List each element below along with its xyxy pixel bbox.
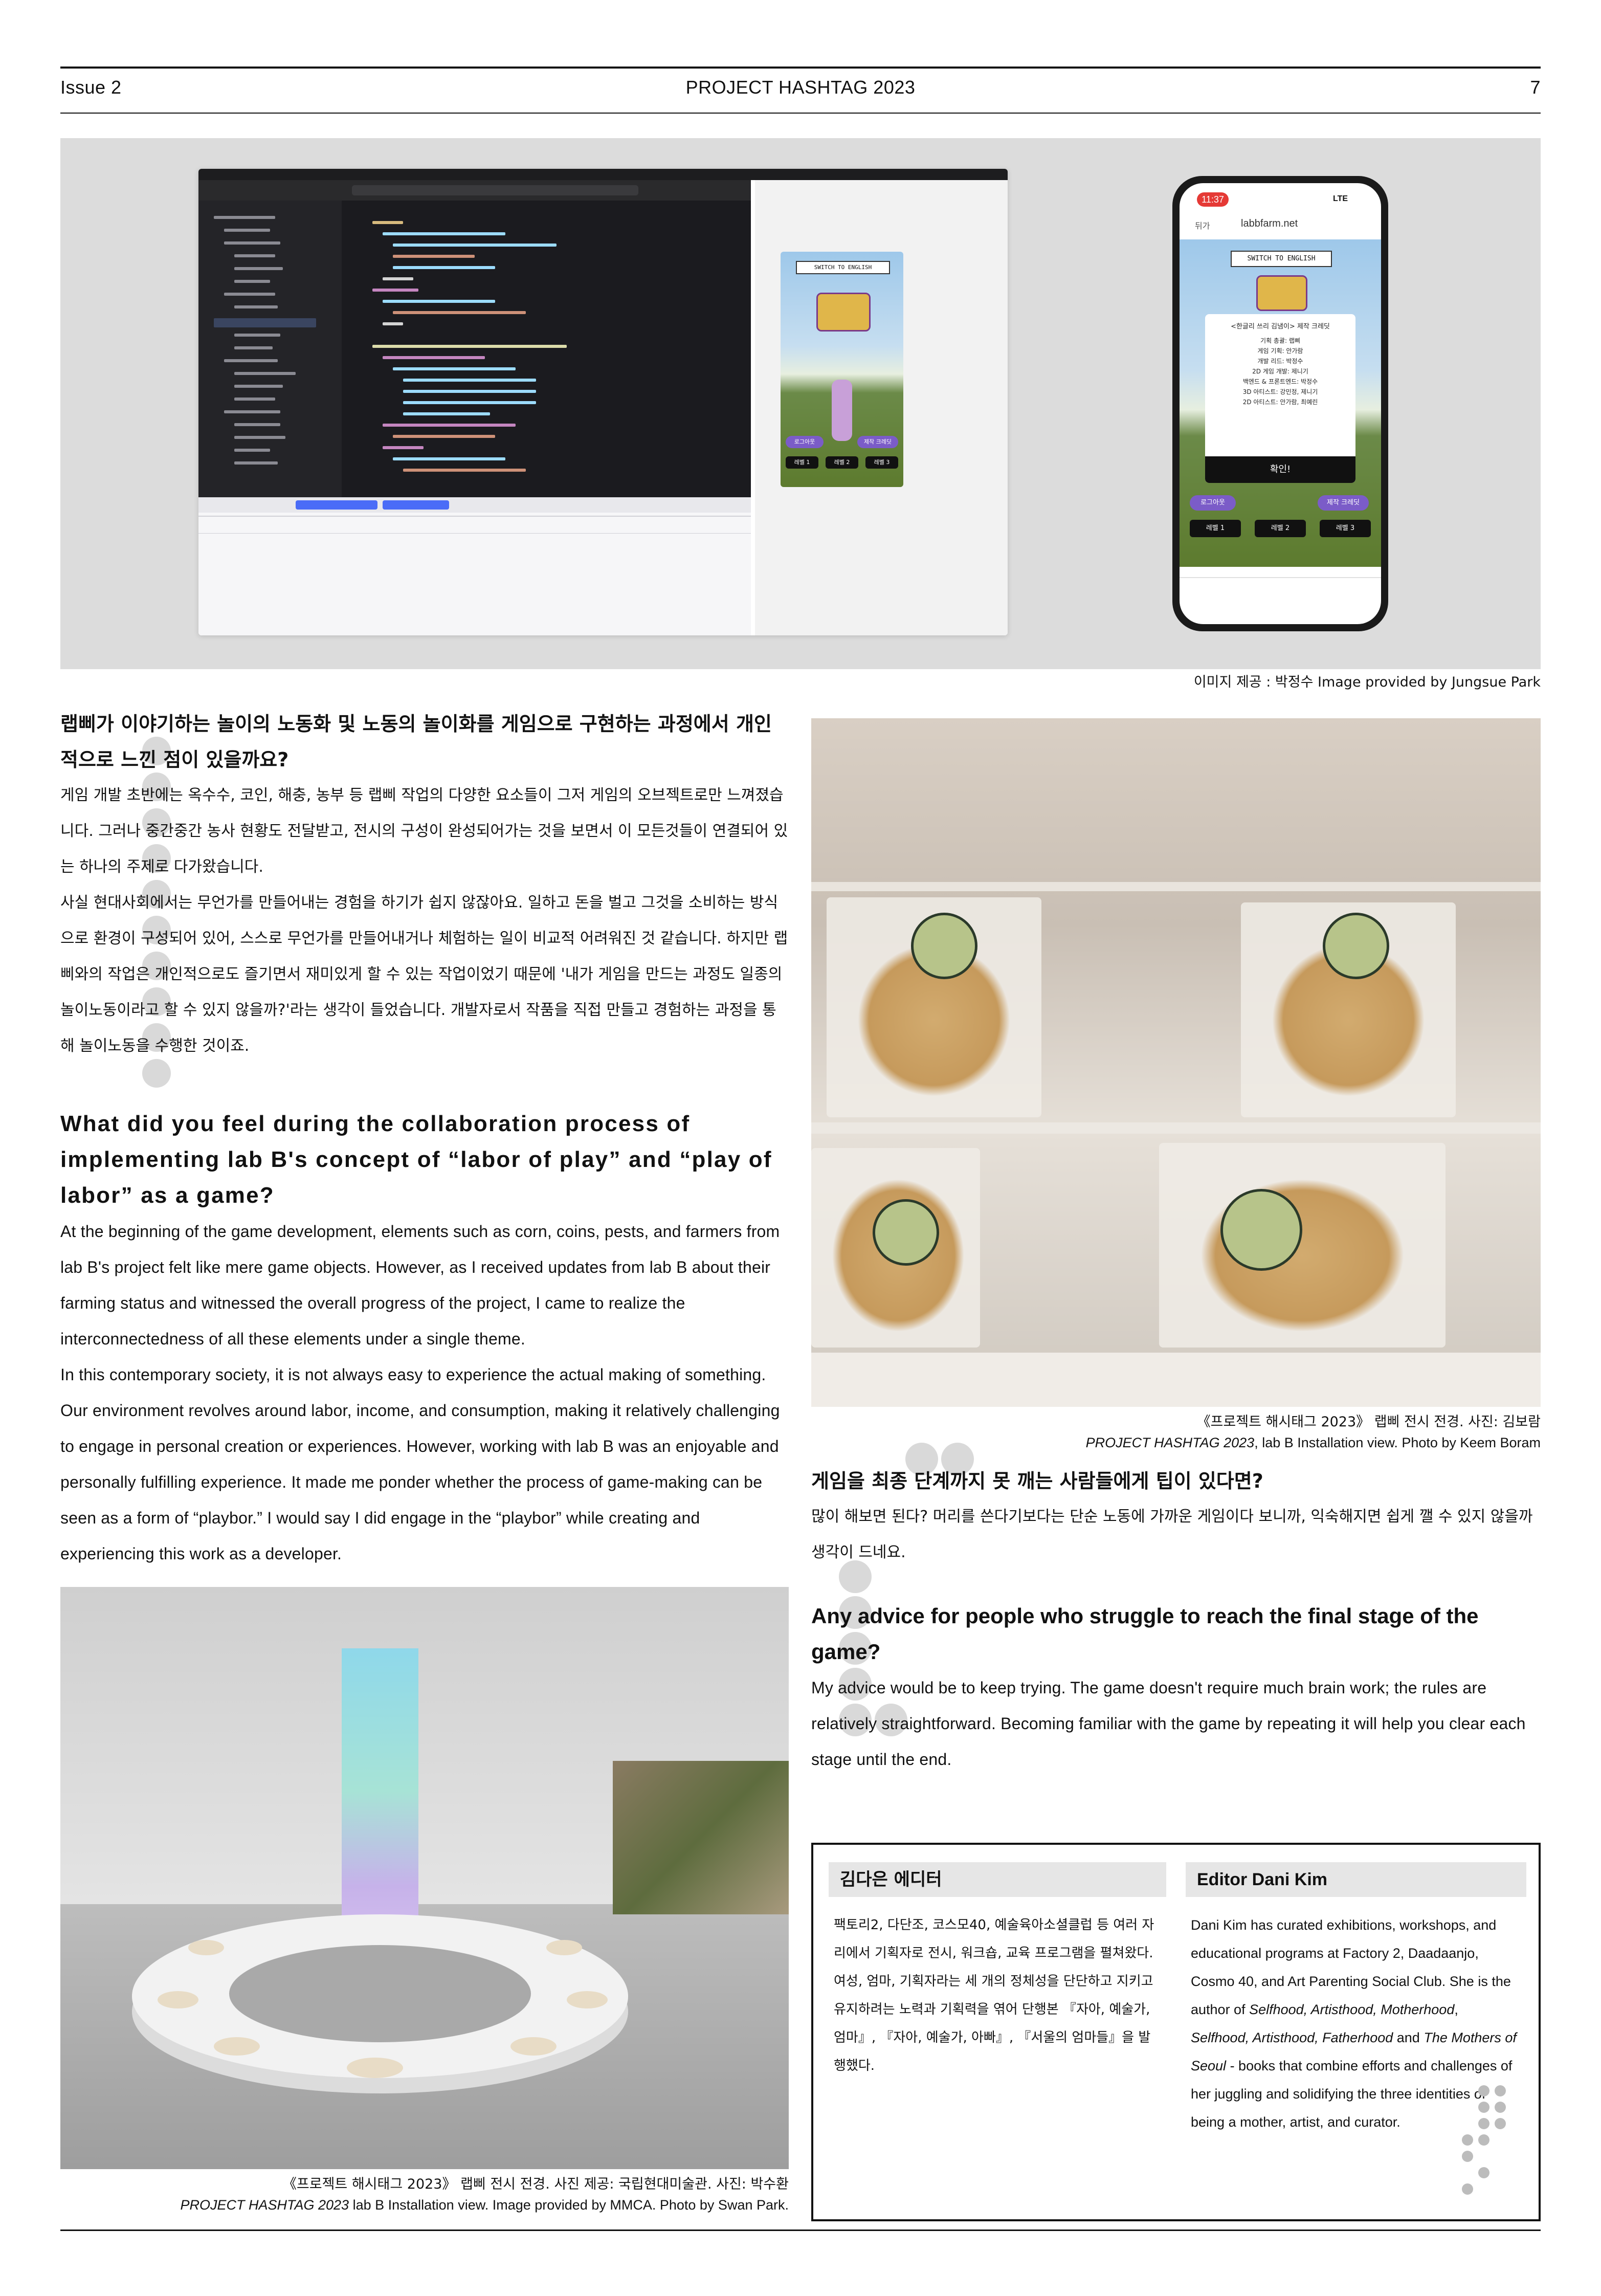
shelf-caption-ko: 《프로젝트 해시태그 2023》 랩삐 전시 전경. 사진: 김보람 <box>1196 1414 1541 1430</box>
answer-1-ko-paragraph-2: 사실 현대사회에서는 무언가를 만들어내는 경험을 하기가 쉽지 않잖아요. 일… <box>60 894 788 1055</box>
room-caption-ko: 《프로젝트 해시태그 2023》 랩삐 전시 전경. 사진 제공: 국립현대미술… <box>282 2176 789 2192</box>
phone-credits-button[interactable]: 제작 크레딧 <box>1318 495 1369 511</box>
corn-label-sticker <box>1220 1189 1302 1271</box>
answer-2-en: My advice would be to keep trying. The g… <box>811 1679 1526 1769</box>
page-number: 7 <box>1530 77 1541 98</box>
question-1-ko: 랩삐가 이야기하는 놀이의 노동화 및 노동의 놀이화를 게임으로 구현하는 과… <box>60 713 772 771</box>
game-screen: SWITCH TO ENGLISH 로그아웃 제작 크레딧 레벨 1 레벨 2 … <box>781 252 903 487</box>
confirm-button[interactable]: 확인! <box>1205 456 1355 483</box>
phone-game-screen: SWITCH TO ENGLISH <한글리 쓰리 김냄이> 제작 크레딧 기획… <box>1180 239 1381 567</box>
logout-button[interactable]: 로그아웃 <box>786 436 824 448</box>
question-2-ko: 게임을 최종 단계까지 못 깨는 사람들에게 팁이 있다면? <box>811 1470 1263 1492</box>
credit-line: 개발 리드: 박정수 <box>1257 358 1303 365</box>
phone-level-1-button[interactable]: 레벨 1 <box>1190 520 1241 537</box>
level-2-button[interactable]: 레벨 2 <box>826 456 858 469</box>
level-1-button[interactable]: 레벨 1 <box>786 456 818 469</box>
bottom-rule <box>60 2229 1541 2231</box>
phone-switch-language-button[interactable]: SWITCH TO ENGLISH <box>1231 251 1332 267</box>
separator: , <box>1454 2002 1458 2017</box>
phone-screen: 11:37 LTE 뒤가 labbfarm.net SWITCH TO ENGL… <box>1180 183 1381 624</box>
magazine-title: PROJECT HASHTAG 2023 <box>685 77 916 98</box>
popcorn-shelf-photo <box>811 718 1541 1407</box>
corn-label-sticker <box>873 1199 939 1266</box>
question-2-en: Any advice for people who struggle to re… <box>811 1604 1479 1664</box>
book-title: Selfhood, Artisthood, Fatherhood <box>1191 2030 1393 2045</box>
mac-menu-bar <box>198 169 1008 180</box>
phone-level-2-button[interactable]: 레벨 2 <box>1255 520 1306 537</box>
url-bar[interactable]: labbfarm.net <box>1241 218 1298 230</box>
header-rule <box>60 113 1541 114</box>
editor-profile-box: 김다은 에디터 Editor Dani Kim 팩토리2, 다단조, 코스모40… <box>811 1843 1541 2221</box>
book-title: Selfhood, Artisthood, Motherhood <box>1249 2002 1455 2017</box>
answer-1-en-paragraph-1: At the beginning of the game development… <box>60 1222 780 1348</box>
question-1-en: What did you feel during the collaborati… <box>60 1111 772 1208</box>
hero-caption: 이미지 제공 : 박정수 Image provided by Jungsue P… <box>1193 674 1541 690</box>
editor-bio-ko: 팩토리2, 다단조, 코스모40, 예술육아소셜클럽 등 여러 자리에서 기획자… <box>834 1917 1154 2073</box>
laptop-screenshot: SWITCH TO ENGLISH 로그아웃 제작 크레딧 레벨 1 레벨 2 … <box>198 169 1008 635</box>
phone-screenshot: 11:37 LTE 뒤가 labbfarm.net SWITCH TO ENGL… <box>1172 176 1388 631</box>
shelf-photo-caption: 《프로젝트 해시태그 2023》 랩삐 전시 전경. 사진: 김보람 PROJE… <box>811 1412 1541 1453</box>
phone-level-3-button[interactable]: 레벨 3 <box>1320 520 1371 537</box>
status-network: LTE <box>1333 194 1348 203</box>
corn-label-sticker <box>1323 913 1389 979</box>
devtools-panel <box>198 497 751 635</box>
back-label[interactable]: 뒤가 <box>1195 219 1210 231</box>
credit-line: 2D 게임 개발: 제니기 <box>1252 368 1308 375</box>
answer-1-en-paragraph-2: In this contemporary society, it is not … <box>60 1365 780 1563</box>
credit-line: 기획 총괄: 랩삐 <box>1260 337 1300 344</box>
switch-language-button[interactable]: SWITCH TO ENGLISH <box>796 261 890 274</box>
credit-line: 2D 아티스트: 안가람, 최예린 <box>1242 399 1318 406</box>
editor-bio-en-outro: - books that combine efforts and challen… <box>1191 2058 1513 2130</box>
answer-2-ko: 많이 해보면 된다? 머리를 쓴다기보다는 단순 노동에 가까운 게임이다 보니… <box>811 1508 1533 1561</box>
shelf-caption-en-rest: , lab B Installation view. Photo by Keem… <box>1254 1435 1541 1450</box>
status-time: 11:37 <box>1197 192 1229 207</box>
credits-button[interactable]: 제작 크레딧 <box>857 436 898 448</box>
room-caption-en-rest: lab B Installation view. Image provided … <box>349 2197 789 2213</box>
code-editor <box>198 201 751 497</box>
corn-label-sticker <box>911 913 977 979</box>
browser-toolbar <box>198 180 751 201</box>
browser-game-preview: SWITCH TO ENGLISH 로그아웃 제작 크레딧 레벨 1 레벨 2 … <box>755 180 1008 635</box>
shelf-caption-en-title: PROJECT HASHTAG 2023 <box>1085 1435 1255 1450</box>
separator: and <box>1393 2030 1424 2045</box>
video-projection <box>613 1761 789 1914</box>
editor-title-en: Editor Dani Kim <box>1186 1862 1526 1897</box>
credit-line: 게임 기획: 안가람 <box>1257 347 1303 355</box>
room-photo-caption: 《프로젝트 해시태그 2023》 랩삐 전시 전경. 사진 제공: 국립현대미술… <box>60 2174 789 2215</box>
hero-figure: SWITCH TO ENGLISH 로그아웃 제작 크레딧 레벨 1 레벨 2 … <box>60 138 1541 669</box>
answer-1-ko-paragraph-1: 게임 개발 초반에는 옥수수, 코인, 해충, 농부 등 랩삐 작업의 다양한 … <box>60 786 788 876</box>
editor-title-ko: 김다은 에디터 <box>829 1862 1166 1897</box>
level-3-button[interactable]: 레벨 3 <box>865 456 898 469</box>
phone-logout-button[interactable]: 로그아웃 <box>1190 495 1236 511</box>
installation-room-photo <box>60 1587 789 2169</box>
right-column: 게임을 최종 단계까지 못 깨는 사람들에게 팁이 있다면? 많이 해보면 된다… <box>811 1463 1541 1777</box>
top-rule <box>60 67 1541 69</box>
editor-bio-en: Dani Kim has curated exhibitions, worksh… <box>1191 1911 1518 2136</box>
credits-title: <한글리 쓰리 김냄이> 제작 크레딧 <box>1231 323 1330 330</box>
credit-line: 3D 아티스트: 강민정, 제니기 <box>1242 388 1318 395</box>
credit-line: 백엔드 & 프론트엔드: 박정수 <box>1242 378 1318 385</box>
left-column: 랩삐가 이야기하는 놀이의 노동화 및 노동의 놀이화를 게임으로 구현하는 과… <box>60 706 789 1572</box>
room-caption-en-title: PROJECT HASHTAG 2023 <box>180 2197 349 2213</box>
file-tree <box>198 201 342 497</box>
